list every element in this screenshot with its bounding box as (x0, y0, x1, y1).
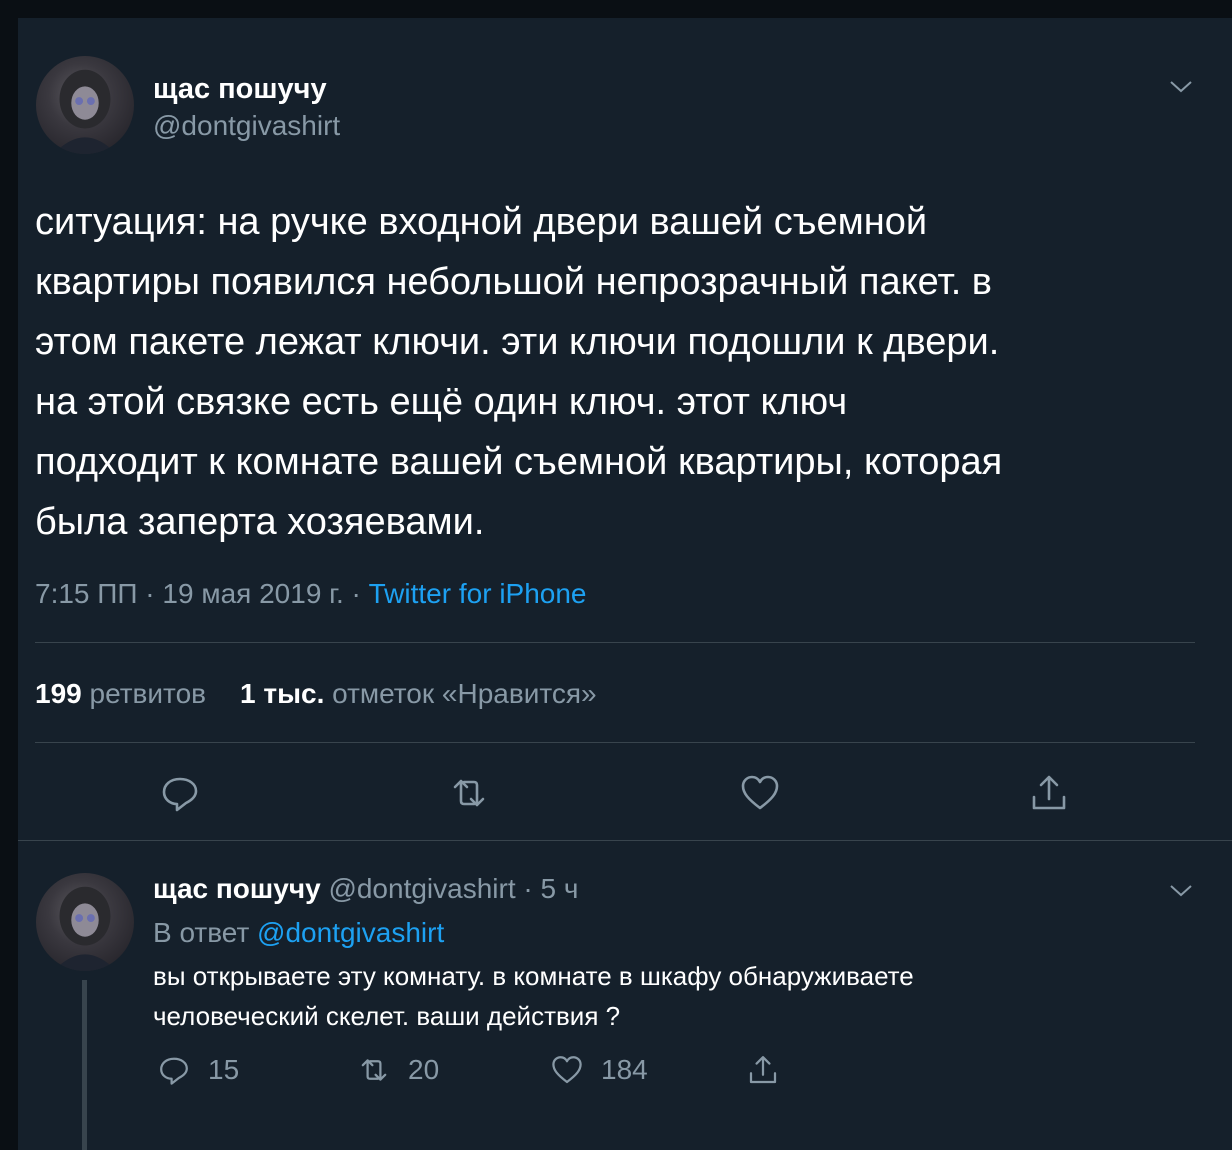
reply-text: вы открываете эту комнату. в комнате в ш… (153, 961, 914, 1031)
tweet-card: щас пошучу @dontgivashirt ситуация: на р… (18, 18, 1232, 1150)
reply-replies-count: 15 (208, 1054, 240, 1085)
divider (18, 840, 1232, 841)
share-icon (749, 1056, 777, 1084)
reply-retweet-button[interactable]: 20 (358, 1052, 439, 1088)
author-name[interactable]: щас пошучу (153, 73, 327, 106)
reply-to-line: В ответ @dontgivashirt (153, 917, 444, 949)
like-icon (552, 1056, 582, 1084)
reply-reply-button[interactable]: 15 (158, 1052, 239, 1088)
chevron-down-icon[interactable] (1168, 880, 1194, 900)
like-icon[interactable] (740, 773, 780, 813)
tweet-source-link[interactable]: Twitter for iPhone (369, 578, 587, 609)
share-icon[interactable] (1029, 773, 1069, 813)
retweet-icon (361, 1059, 387, 1081)
reply-likes-count: 184 (601, 1054, 648, 1085)
reply-to-mention[interactable]: @dontgivashirt (257, 917, 444, 948)
reply-author-handle[interactable]: @dontgivashirt (328, 873, 515, 904)
divider (35, 642, 1195, 643)
reply-author-name[interactable]: щас пошучу (153, 873, 321, 904)
reply-icon[interactable] (160, 773, 200, 813)
retweets-stat[interactable]: 199 ретвитов (35, 678, 206, 709)
retweets-label: ретвитов (89, 678, 207, 709)
reply-retweets-count: 20 (408, 1054, 440, 1085)
reply-share-button[interactable] (747, 1052, 779, 1088)
reply-to-prefix: В ответ (153, 917, 250, 948)
likes-count: 1 тыс. (240, 678, 325, 709)
reply-like-button[interactable]: 184 (551, 1052, 648, 1088)
retweets-count: 199 (35, 678, 82, 709)
chevron-down-icon[interactable] (1168, 76, 1194, 96)
reply-time[interactable]: · 5 ч (523, 873, 578, 904)
thread-line (82, 980, 87, 1150)
author-handle[interactable]: @dontgivashirt (153, 110, 340, 142)
tweet-text: ситуация: на ручке входной двери вашей с… (35, 201, 1003, 543)
reply-author-avatar[interactable] (36, 873, 134, 971)
reply-icon (160, 1057, 188, 1085)
likes-stat[interactable]: 1 тыс. отметок «Нравится» (240, 678, 597, 709)
tweet-timestamp[interactable]: 7:15 ПП · 19 мая 2019 г. · (35, 578, 369, 609)
reply-header: щас пошучу @dontgivashirt · 5 ч (153, 873, 578, 905)
retweet-icon[interactable] (449, 773, 489, 813)
author-avatar[interactable] (36, 56, 134, 154)
tweet-meta: 7:15 ПП · 19 мая 2019 г. · Twitter for i… (35, 578, 587, 610)
tweet-stats: 199 ретвитов 1 тыс. отметок «Нравится» (35, 678, 597, 710)
divider (35, 742, 1195, 743)
likes-label: отметок «Нравится» (332, 678, 597, 709)
